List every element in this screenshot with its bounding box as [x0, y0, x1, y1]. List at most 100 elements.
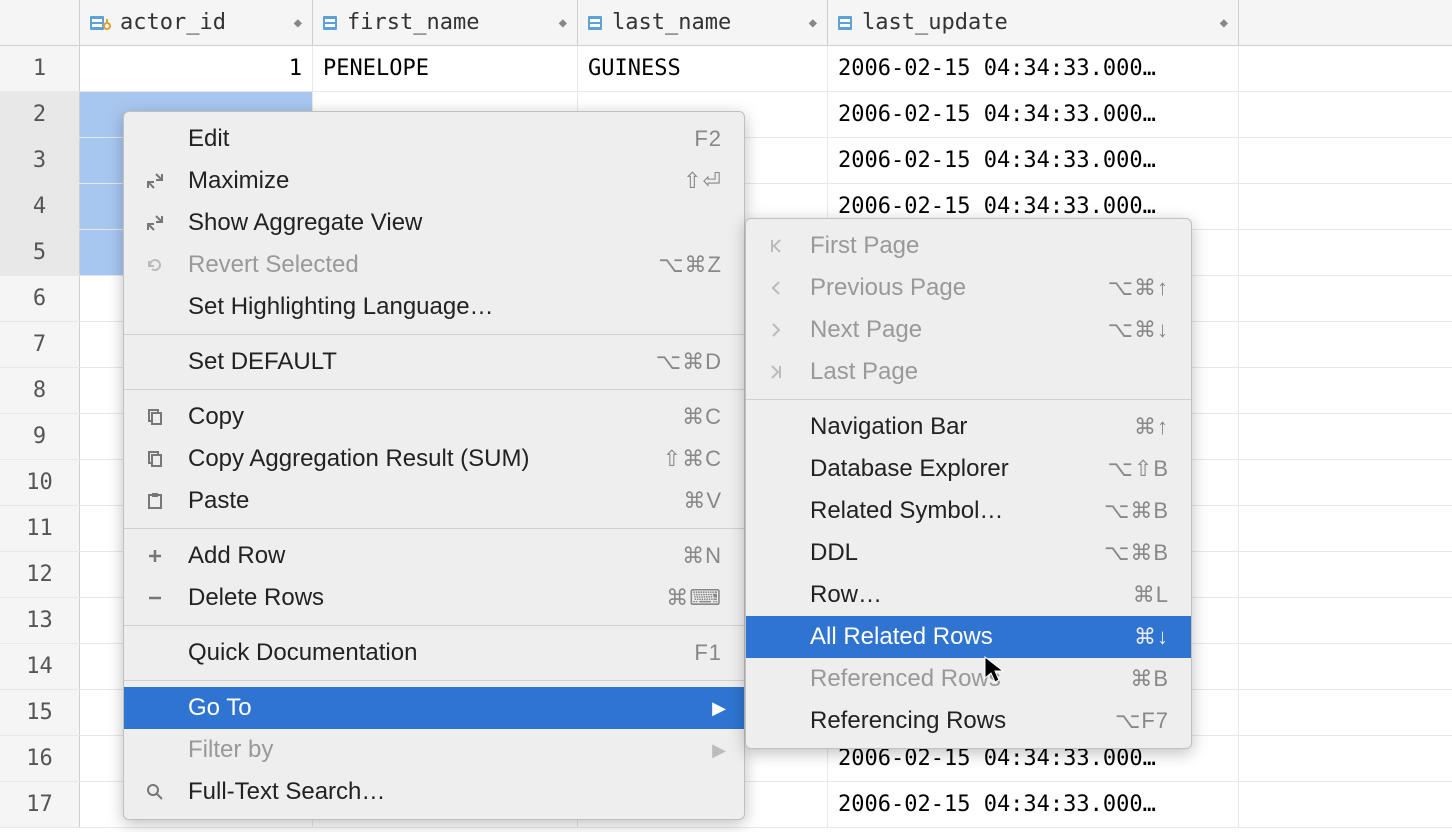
menu-quick-documentation[interactable]: Quick Documentation F1 [124, 632, 744, 674]
cell-last-update[interactable]: 2006-02-15 04:34:33.000… [828, 138, 1239, 183]
submenu-row[interactable]: Row… ⌘L [746, 574, 1191, 616]
chevron-right-icon [768, 322, 796, 338]
col-label: last_name [612, 10, 731, 35]
row-number[interactable]: 15 [0, 690, 80, 735]
menu-separator [124, 625, 744, 626]
context-menu: Edit F2 Maximize ⇧⏎ Show Aggregate View … [123, 111, 745, 820]
submenu-referenced-rows: Referenced Rows ⌘B [746, 658, 1191, 700]
submenu-shortcut: ⌥F7 [1115, 708, 1169, 734]
table-row[interactable]: 1 1 PENELOPE GUINESS 2006-02-15 04:34:33… [0, 46, 1452, 92]
row-number[interactable]: 1 [0, 46, 80, 91]
menu-add-row[interactable]: Add Row ⌘N [124, 535, 744, 577]
row-number[interactable]: 2 [0, 92, 80, 137]
submenu-label: Row… [810, 581, 1133, 609]
menu-label: Full-Text Search… [188, 778, 722, 806]
submenu-label: DDL [810, 539, 1104, 567]
menu-revert-selected: Revert Selected ⌥⌘Z [124, 244, 744, 286]
row-number[interactable]: 13 [0, 598, 80, 643]
menu-label: Go To [188, 694, 722, 722]
row-number[interactable]: 6 [0, 276, 80, 321]
submenu-database-explorer[interactable]: Database Explorer ⌥⇧B [746, 448, 1191, 490]
cell-spacer [1239, 506, 1452, 551]
menu-delete-rows[interactable]: Delete Rows ⌘⌨ [124, 577, 744, 619]
submenu-label: All Related Rows [810, 623, 1134, 651]
menu-full-text-search[interactable]: Full-Text Search… [124, 771, 744, 813]
col-header-last-update[interactable]: last_update ◆ [828, 0, 1239, 45]
cell-first-name[interactable]: PENELOPE [313, 46, 578, 91]
menu-label: Revert Selected [188, 251, 658, 279]
menu-label: Maximize [188, 167, 683, 195]
col-header-first-name[interactable]: first_name ◆ [313, 0, 578, 45]
cell-spacer [1239, 46, 1452, 91]
row-number[interactable]: 11 [0, 506, 80, 551]
menu-shortcut: ⌥⌘D [656, 349, 722, 375]
menu-label: Delete Rows [188, 584, 666, 612]
submenu-shortcut: ⌘L [1133, 582, 1169, 608]
row-number[interactable]: 7 [0, 322, 80, 367]
submenu-navigation-bar[interactable]: Navigation Bar ⌘↑ [746, 406, 1191, 448]
submenu-label: Last Page [810, 358, 1169, 386]
submenu-related-symbol[interactable]: Related Symbol… ⌥⌘B [746, 490, 1191, 532]
cell-spacer [1239, 644, 1452, 689]
row-number[interactable]: 8 [0, 368, 80, 413]
menu-edit[interactable]: Edit F2 [124, 118, 744, 160]
menu-label: Quick Documentation [188, 639, 694, 667]
cell-last-update[interactable]: 2006-02-15 04:34:33.000… [828, 92, 1239, 137]
menu-paste[interactable]: Paste ⌘V [124, 480, 744, 522]
menu-shortcut: ⌘C [682, 404, 722, 430]
menu-label: Edit [188, 125, 694, 153]
menu-label: Add Row [188, 542, 682, 570]
row-number[interactable]: 17 [0, 782, 80, 827]
row-number[interactable]: 12 [0, 552, 80, 597]
menu-filter-by: Filter by ▶ [124, 729, 744, 771]
menu-set-default[interactable]: Set DEFAULT ⌥⌘D [124, 341, 744, 383]
plus-icon [146, 547, 174, 565]
row-number[interactable]: 5 [0, 230, 80, 275]
menu-shortcut: ⌘N [682, 543, 722, 569]
menu-separator [124, 389, 744, 390]
submenu-all-related-rows[interactable]: All Related Rows ⌘↓ [746, 616, 1191, 658]
col-label: last_update [862, 10, 1008, 35]
col-header-actor-id[interactable]: actor_id ◆ [80, 0, 313, 45]
cell-spacer [1239, 184, 1452, 229]
row-number[interactable]: 14 [0, 644, 80, 689]
cell-actor-id[interactable]: 1 [80, 46, 313, 91]
search-icon [146, 783, 174, 801]
maximize-icon [146, 172, 174, 190]
menu-copy[interactable]: Copy ⌘C [124, 396, 744, 438]
menu-label: Copy [188, 403, 682, 431]
sort-icon[interactable]: ◆ [294, 15, 302, 31]
sort-icon[interactable]: ◆ [1220, 15, 1228, 31]
row-number[interactable]: 3 [0, 138, 80, 183]
col-header-last-name[interactable]: last_name ◆ [578, 0, 828, 45]
row-number[interactable]: 16 [0, 736, 80, 781]
row-number[interactable]: 4 [0, 184, 80, 229]
menu-show-aggregate[interactable]: Show Aggregate View [124, 202, 744, 244]
submenu-shortcut: ⌥⌘↓ [1108, 317, 1169, 343]
submenu-ddl[interactable]: DDL ⌥⌘B [746, 532, 1191, 574]
copy-icon [146, 450, 174, 468]
submenu-shortcut: ⌘↓ [1134, 624, 1169, 650]
chevron-left-icon [768, 280, 796, 296]
sort-icon[interactable]: ◆ [809, 15, 817, 31]
menu-shortcut: ⌘⌨ [666, 585, 722, 611]
menu-maximize[interactable]: Maximize ⇧⏎ [124, 160, 744, 202]
menu-shortcut: ⌘V [683, 488, 722, 514]
cell-last-name[interactable]: GUINESS [578, 46, 828, 91]
menu-label: Show Aggregate View [188, 209, 722, 237]
col-label: first_name [347, 10, 479, 35]
menu-go-to[interactable]: Go To ▶ [124, 687, 744, 729]
row-number[interactable]: 9 [0, 414, 80, 459]
goto-submenu: First Page Previous Page ⌥⌘↑ Next Page ⌥… [745, 218, 1192, 749]
cell-last-update[interactable]: 2006-02-15 04:34:33.000… [828, 46, 1239, 91]
sort-icon[interactable]: ◆ [559, 15, 567, 31]
paste-icon [146, 492, 174, 510]
submenu-referencing-rows[interactable]: Referencing Rows ⌥F7 [746, 700, 1191, 742]
cell-last-update[interactable]: 2006-02-15 04:34:33.000… [828, 782, 1239, 827]
row-number[interactable]: 10 [0, 460, 80, 505]
last-page-icon [768, 364, 796, 380]
menu-set-highlighting[interactable]: Set Highlighting Language… [124, 286, 744, 328]
menu-copy-aggregation[interactable]: Copy Aggregation Result (SUM) ⇧⌘C [124, 438, 744, 480]
submenu-last-page: Last Page [746, 351, 1191, 393]
menu-label: Set Highlighting Language… [188, 293, 722, 321]
